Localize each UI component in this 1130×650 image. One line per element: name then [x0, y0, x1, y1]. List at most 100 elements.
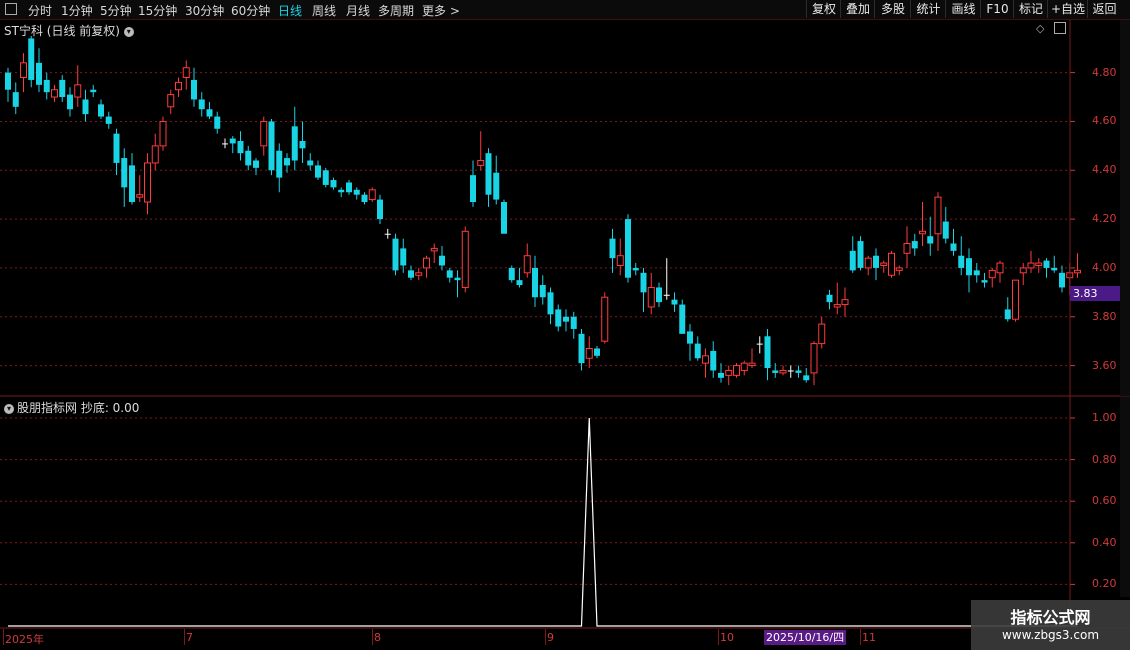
candle [710, 341, 717, 378]
candle [144, 153, 151, 215]
candle [810, 341, 818, 386]
candle-body [563, 316, 569, 322]
candle [632, 263, 639, 276]
candle [12, 82, 19, 115]
candle [229, 136, 236, 154]
watermark: 指标公式网 www.zbgs3.com [971, 600, 1130, 650]
candle-body [570, 316, 577, 329]
candle-body [485, 153, 492, 195]
candle-body [400, 248, 407, 266]
candle-body [539, 285, 546, 298]
candle [353, 187, 360, 200]
candle [315, 160, 321, 181]
candle-body [508, 267, 515, 281]
candle-body [895, 267, 903, 271]
y-tick-label: 3.60 [1092, 358, 1117, 372]
candle [439, 245, 445, 271]
candle-body [368, 189, 376, 201]
main-panel-title: ST宁科 (日线 前复权) ▾ [4, 22, 137, 39]
diamond-icon[interactable]: ◇ [1036, 22, 1044, 35]
y-tick-label: 4.80 [1092, 65, 1117, 79]
kline-chart[interactable] [0, 0, 1130, 650]
x-axis-label: 2025年 [5, 633, 44, 646]
candle [43, 72, 50, 100]
candle [787, 365, 794, 378]
candle-body [718, 372, 724, 378]
candle-body [284, 158, 290, 166]
candle-body [523, 255, 531, 274]
candle-body [764, 336, 771, 369]
y-tick-label: 3.80 [1092, 309, 1117, 323]
candle-body [609, 238, 616, 259]
indicator-y-tick-label: 0.20 [1092, 577, 1117, 591]
candle [237, 131, 244, 161]
candle [284, 153, 290, 173]
candle-body [253, 160, 259, 168]
candle [1074, 253, 1081, 278]
candle [384, 228, 391, 239]
candle [346, 180, 352, 195]
candle-body [958, 255, 965, 268]
candle-body [423, 257, 430, 269]
candle-body [151, 145, 159, 164]
candle [539, 275, 546, 305]
candle-body [516, 280, 523, 286]
candle-body [973, 270, 980, 276]
candle [28, 36, 35, 88]
candle [1043, 258, 1050, 278]
candle [1019, 263, 1027, 286]
candle-body [671, 299, 678, 305]
candle-body [981, 280, 988, 283]
candle-body [942, 221, 949, 239]
chevron-down-icon[interactable]: ▾ [4, 403, 14, 414]
candle [454, 270, 461, 298]
candle [927, 216, 934, 256]
candle [291, 106, 298, 171]
candle-body [803, 375, 810, 381]
candle-body [276, 150, 283, 178]
candle [470, 160, 476, 207]
candle [501, 199, 507, 234]
candle-body [105, 116, 112, 124]
candle-body [996, 262, 1004, 274]
candle [849, 236, 856, 273]
candle-body [206, 109, 213, 117]
candle-body [315, 165, 321, 178]
candle-body [167, 94, 175, 108]
chevron-down-icon[interactable]: ▾ [123, 26, 134, 37]
last-price-badge: 3.83 [1070, 286, 1123, 301]
candle [446, 267, 453, 283]
candle [625, 214, 631, 283]
candle-body [144, 162, 151, 203]
candle-body [245, 150, 252, 166]
candle-body [740, 362, 748, 371]
candle-body [694, 343, 701, 359]
candle [934, 192, 942, 251]
candle-body [330, 180, 337, 188]
candle [461, 226, 469, 293]
candle [532, 255, 538, 307]
candle [578, 328, 585, 371]
candle-body [392, 238, 399, 271]
candle-body [307, 160, 314, 166]
candle-body [415, 272, 423, 276]
side-panel-edge-lower [1120, 397, 1130, 597]
candle-body [408, 270, 414, 278]
candle [415, 267, 423, 281]
candle-body [67, 94, 73, 110]
x-tick [718, 629, 719, 645]
candle [547, 287, 554, 325]
candle-body [501, 202, 507, 234]
candle-body [919, 230, 926, 235]
panel-toggle-icon[interactable] [1054, 22, 1066, 34]
indicator-line [8, 417, 1078, 627]
candle-body [601, 296, 609, 342]
candle [555, 304, 562, 332]
candle-body [934, 196, 942, 235]
x-axis-label: 9 [547, 631, 554, 644]
candle [74, 65, 82, 107]
candle [105, 111, 112, 129]
candle [772, 363, 779, 378]
candle-body [12, 92, 19, 107]
x-axis-label: 8 [374, 631, 381, 644]
